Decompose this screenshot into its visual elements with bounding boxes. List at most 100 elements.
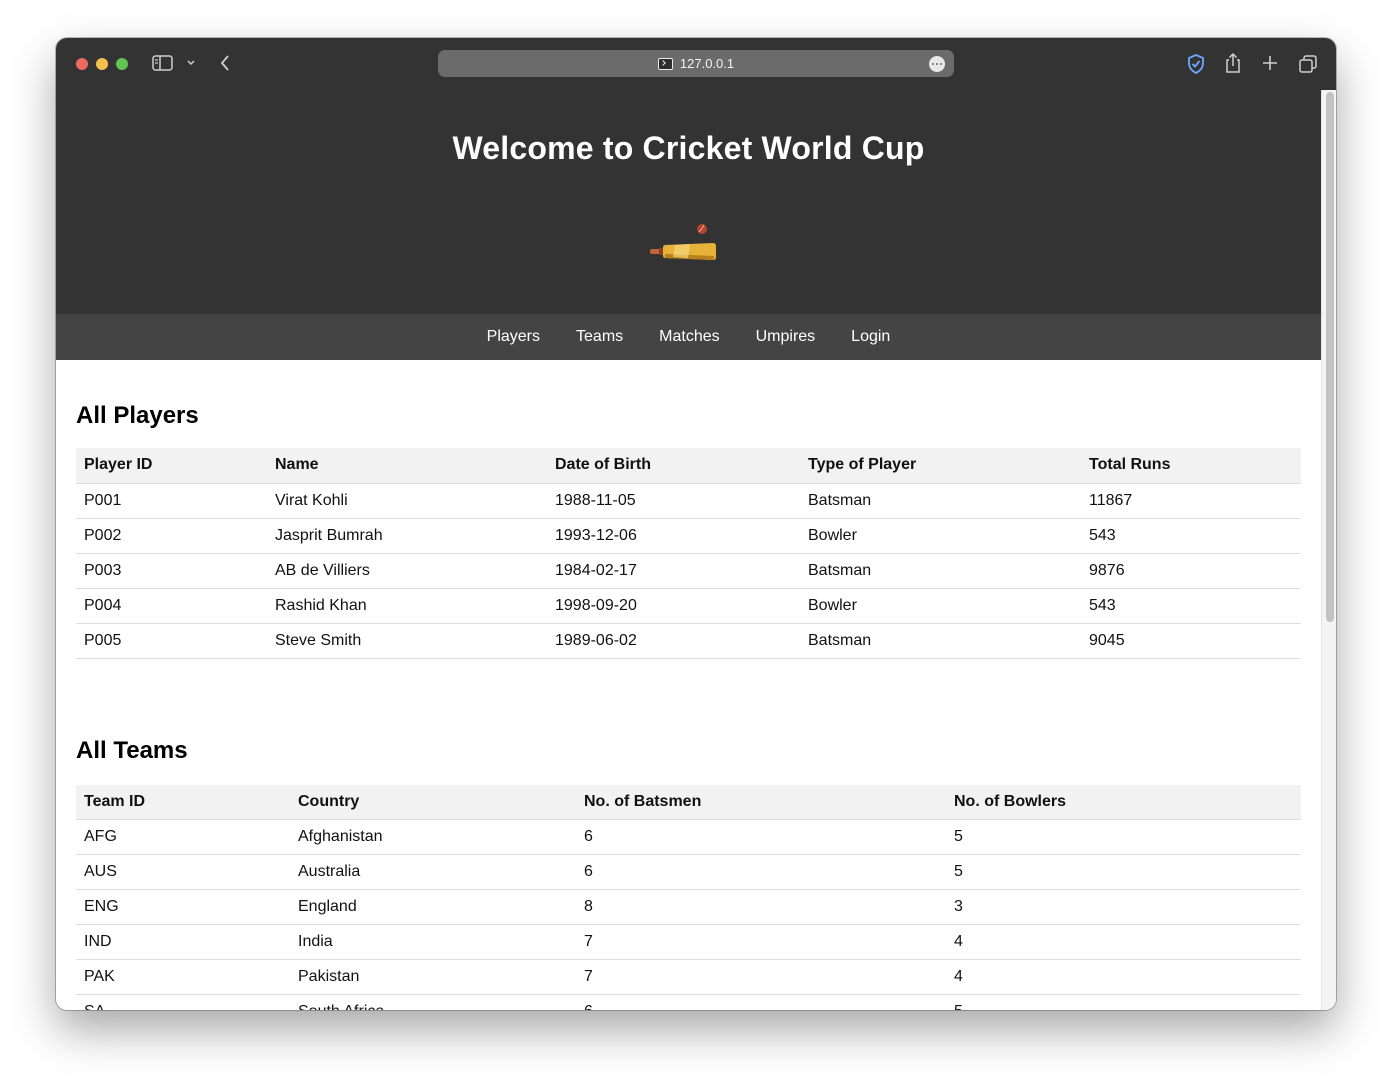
table-row: P004 Rashid Khan 1998-09-20 Bowler 543 bbox=[76, 588, 1301, 624]
teams-header-row: Team ID Country No. of Batsmen No. of Bo… bbox=[76, 784, 1301, 820]
players-section: All Players Player ID Name Date of Birth… bbox=[56, 360, 1321, 659]
terminal-icon bbox=[657, 57, 673, 70]
table-row: P003 AB de Villiers 1984-02-17 Batsman 9… bbox=[76, 553, 1301, 589]
players-heading: All Players bbox=[76, 402, 199, 429]
back-arrow-icon[interactable] bbox=[216, 54, 234, 72]
tab-overview-icon[interactable] bbox=[1298, 54, 1318, 74]
table-cell: 3 bbox=[946, 889, 1301, 925]
table-cell: Steve Smith bbox=[267, 623, 547, 659]
table-cell: 6 bbox=[576, 854, 946, 890]
table-cell: 7 bbox=[576, 924, 946, 960]
table-row: ENG England 8 3 bbox=[76, 889, 1301, 925]
cricket-bat-ball-logo bbox=[650, 224, 716, 260]
new-tab-icon[interactable] bbox=[1260, 53, 1280, 73]
chevron-down-icon[interactable] bbox=[184, 56, 198, 70]
table-cell: 1989-06-02 bbox=[547, 623, 800, 659]
table-cell: P003 bbox=[76, 553, 267, 589]
column-header: Date of Birth bbox=[547, 448, 800, 484]
address-text: 127.0.0.1 bbox=[679, 56, 735, 71]
table-cell: Virat Kohli bbox=[267, 483, 547, 519]
table-row: PAK Pakistan 7 4 bbox=[76, 959, 1301, 995]
browser-window: 127.0.0.1 Welcome to Cricket World Cup P… bbox=[56, 38, 1336, 1010]
close-window-button[interactable] bbox=[76, 58, 88, 70]
table-cell: 543 bbox=[1081, 518, 1301, 554]
table-cell: Pakistan bbox=[290, 959, 576, 995]
table-cell: 11867 bbox=[1081, 483, 1301, 519]
column-header: Type of Player bbox=[800, 448, 1081, 484]
table-cell: 7 bbox=[576, 959, 946, 995]
table-cell: Afghanistan bbox=[290, 819, 576, 855]
more-options-icon[interactable] bbox=[929, 56, 945, 72]
table-cell: 1988-11-05 bbox=[547, 483, 800, 519]
column-header: No. of Bowlers bbox=[946, 784, 1301, 820]
table-row: P005 Steve Smith 1989-06-02 Batsman 9045 bbox=[76, 623, 1301, 659]
table-cell: Jasprit Bumrah bbox=[267, 518, 547, 554]
table-cell: P004 bbox=[76, 588, 267, 624]
table-cell: AFG bbox=[76, 819, 290, 855]
scrollbar-thumb[interactable] bbox=[1326, 92, 1334, 622]
table-cell: AB de Villiers bbox=[267, 553, 547, 589]
table-cell: 6 bbox=[576, 819, 946, 855]
nav-matches-link[interactable]: Matches bbox=[659, 328, 719, 346]
table-cell: 1993-12-06 bbox=[547, 518, 800, 554]
table-cell: Batsman bbox=[800, 553, 1081, 589]
table-cell: AUS bbox=[76, 854, 290, 890]
players-table: Player ID Name Date of Birth Type of Pla… bbox=[76, 448, 1301, 659]
table-cell: Bowler bbox=[800, 588, 1081, 624]
table-cell: 5 bbox=[946, 819, 1301, 855]
table-row: P002 Jasprit Bumrah 1993-12-06 Bowler 54… bbox=[76, 518, 1301, 554]
nav-umpires-link[interactable]: Umpires bbox=[756, 328, 816, 346]
table-cell: 5 bbox=[946, 854, 1301, 890]
table-row: IND India 7 4 bbox=[76, 924, 1301, 960]
table-cell: P002 bbox=[76, 518, 267, 554]
column-header: Total Runs bbox=[1081, 448, 1301, 484]
column-header: Player ID bbox=[76, 448, 267, 484]
address-bar[interactable]: 127.0.0.1 bbox=[438, 50, 954, 77]
page-title: Welcome to Cricket World Cup bbox=[452, 130, 925, 166]
table-cell: 4 bbox=[946, 924, 1301, 960]
column-header: Country bbox=[290, 784, 576, 820]
minimize-window-button[interactable] bbox=[96, 58, 108, 70]
teams-heading: All Teams bbox=[76, 736, 188, 764]
teams-section: All Teams Team ID Country No. of Batsmen… bbox=[56, 659, 1321, 1010]
table-cell: P001 bbox=[76, 483, 267, 519]
players-header-row: Player ID Name Date of Birth Type of Pla… bbox=[76, 448, 1301, 484]
table-row: SA South Africa 6 5 bbox=[76, 994, 1301, 1010]
table-cell: Australia bbox=[290, 854, 576, 890]
vertical-scrollbar[interactable] bbox=[1321, 90, 1336, 1010]
table-cell: 5 bbox=[946, 994, 1301, 1010]
sidebar-toggle-icon[interactable] bbox=[152, 54, 174, 72]
table-cell: India bbox=[290, 924, 576, 960]
column-header: Name bbox=[267, 448, 547, 484]
nav-login-link[interactable]: Login bbox=[851, 328, 890, 346]
table-cell: SA bbox=[76, 994, 290, 1010]
table-row: P001 Virat Kohli 1988-11-05 Batsman 1186… bbox=[76, 483, 1301, 519]
nav-players-link[interactable]: Players bbox=[487, 328, 540, 346]
column-header: No. of Batsmen bbox=[576, 784, 946, 820]
site-header: Welcome to Cricket World Cup bbox=[56, 90, 1321, 314]
page-viewport: Welcome to Cricket World Cup Players Tea… bbox=[56, 90, 1336, 1010]
table-cell: 543 bbox=[1081, 588, 1301, 624]
table-cell: IND bbox=[76, 924, 290, 960]
zoom-window-button[interactable] bbox=[116, 58, 128, 70]
table-cell: 9876 bbox=[1081, 553, 1301, 589]
share-icon[interactable] bbox=[1224, 52, 1242, 74]
main-nav: Players Teams Matches Umpires Login bbox=[56, 314, 1321, 360]
table-cell: 8 bbox=[576, 889, 946, 925]
table-cell: P005 bbox=[76, 623, 267, 659]
table-cell: 4 bbox=[946, 959, 1301, 995]
table-cell: 1984-02-17 bbox=[547, 553, 800, 589]
table-cell: South Africa bbox=[290, 994, 576, 1010]
page-content: Welcome to Cricket World Cup Players Tea… bbox=[56, 90, 1321, 1010]
table-cell: 9045 bbox=[1081, 623, 1301, 659]
table-row: AUS Australia 6 5 bbox=[76, 854, 1301, 890]
table-cell: 1998-09-20 bbox=[547, 588, 800, 624]
shield-icon[interactable] bbox=[1186, 53, 1206, 75]
browser-toolbar: 127.0.0.1 bbox=[56, 38, 1336, 90]
table-row: AFG Afghanistan 6 5 bbox=[76, 819, 1301, 855]
table-cell: Rashid Khan bbox=[267, 588, 547, 624]
table-cell: ENG bbox=[76, 889, 290, 925]
nav-teams-link[interactable]: Teams bbox=[576, 328, 623, 346]
table-cell: PAK bbox=[76, 959, 290, 995]
table-cell: England bbox=[290, 889, 576, 925]
